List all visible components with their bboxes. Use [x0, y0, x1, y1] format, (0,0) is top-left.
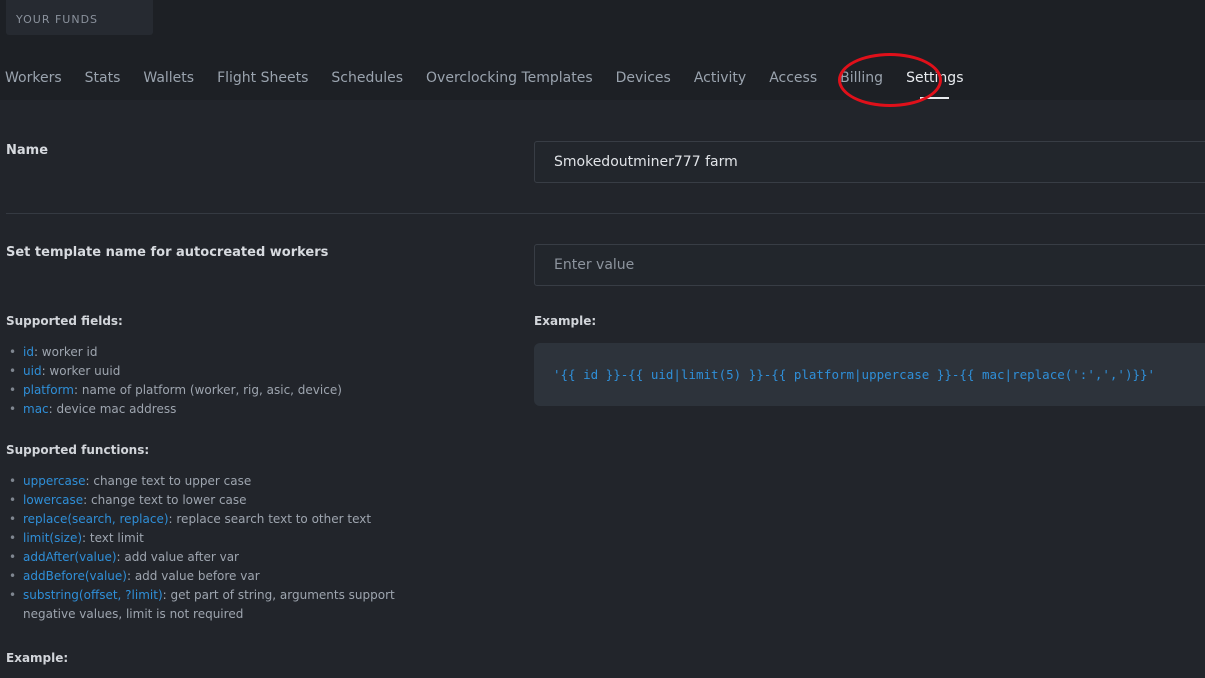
- template-label: Set template name for autocreated worker…: [6, 245, 329, 260]
- item-key: id: [23, 345, 34, 359]
- list-item: lowercase: change text to lower case: [9, 491, 419, 510]
- item-description: : change text to upper case: [85, 474, 252, 488]
- item-key: platform: [23, 383, 74, 397]
- example-code-block: '{{ id }}-{{ uid|limit(5) }}-{{ platform…: [534, 343, 1205, 406]
- example-title-bottom: Example:: [6, 651, 69, 665]
- item-description: : text limit: [82, 531, 144, 545]
- tab-workers[interactable]: Workers: [5, 70, 62, 92]
- farm-tabs: Workers Stats Wallets Flight Sheets Schedule…: [0, 70, 981, 99]
- top-header: YOUR FUNDS Workers Stats Wallets Flight She…: [0, 0, 1205, 100]
- item-description: : add value before var: [126, 569, 260, 583]
- item-key: uppercase: [23, 474, 86, 488]
- item-key: limit(size): [23, 531, 83, 545]
- tab-stats[interactable]: Stats: [85, 70, 121, 92]
- item-description: : worker uuid: [41, 364, 121, 378]
- list-item: limit(size): text limit: [9, 529, 419, 548]
- list-item: substring(offset, ?limit): get part of s…: [9, 586, 419, 624]
- item-description: : worker id: [33, 345, 98, 359]
- list-item: id: worker id: [9, 343, 419, 362]
- tab-settings[interactable]: Settings: [906, 70, 963, 99]
- tab-devices[interactable]: Devices: [616, 70, 671, 92]
- item-description: : change text to lower case: [83, 493, 247, 507]
- funds-label: YOUR FUNDS: [16, 13, 99, 26]
- item-key: addAfter(value): [23, 550, 117, 564]
- item-description: : replace search text to other text: [168, 512, 372, 526]
- supported-fields-title: Supported fields:: [6, 314, 123, 328]
- tab-billing[interactable]: Billing: [840, 70, 883, 92]
- supported-functions-title: Supported functions:: [6, 443, 150, 457]
- name-label: Name: [6, 143, 49, 158]
- tab-schedules[interactable]: Schedules: [331, 70, 403, 92]
- list-item: uppercase: change text to upper case: [9, 472, 419, 491]
- item-key: lowercase: [23, 493, 84, 507]
- item-description: : name of platform (worker, rig, asic, d…: [74, 383, 342, 397]
- item-key: mac: [23, 402, 49, 416]
- functions-list: uppercase: change text to upper caselowe…: [9, 472, 419, 624]
- list-item: uid: worker uuid: [9, 362, 419, 381]
- tab-flight-sheets[interactable]: Flight Sheets: [217, 70, 308, 92]
- list-item: replace(search, replace): replace search…: [9, 510, 419, 529]
- tab-access[interactable]: Access: [769, 70, 817, 92]
- item-key: addBefore(value): [23, 569, 127, 583]
- list-item: platform: name of platform (worker, rig,…: [9, 381, 419, 400]
- list-item: mac: device mac address: [9, 400, 419, 419]
- list-item: addAfter(value): add value after var: [9, 548, 419, 567]
- list-item: addBefore(value): add value before var: [9, 567, 419, 586]
- item-description: : device mac address: [48, 402, 177, 416]
- fields-list: id: worker iduid: worker uuidplatform: n…: [9, 343, 419, 419]
- funds-card: YOUR FUNDS: [6, 0, 153, 35]
- tab-wallets[interactable]: Wallets: [143, 70, 194, 92]
- template-input[interactable]: [534, 244, 1205, 286]
- example-title: Example:: [534, 314, 597, 328]
- name-input[interactable]: [534, 141, 1205, 183]
- tab-activity[interactable]: Activity: [694, 70, 746, 92]
- item-key: replace(search, replace): [23, 512, 169, 526]
- item-key: substring(offset, ?limit): [23, 588, 163, 602]
- divider: [6, 213, 1205, 214]
- tab-overclocking-templates[interactable]: Overclocking Templates: [426, 70, 593, 92]
- settings-panel: Name Set template name for autocreated w…: [0, 100, 1205, 678]
- item-description: : add value after var: [116, 550, 239, 564]
- item-key: uid: [23, 364, 42, 378]
